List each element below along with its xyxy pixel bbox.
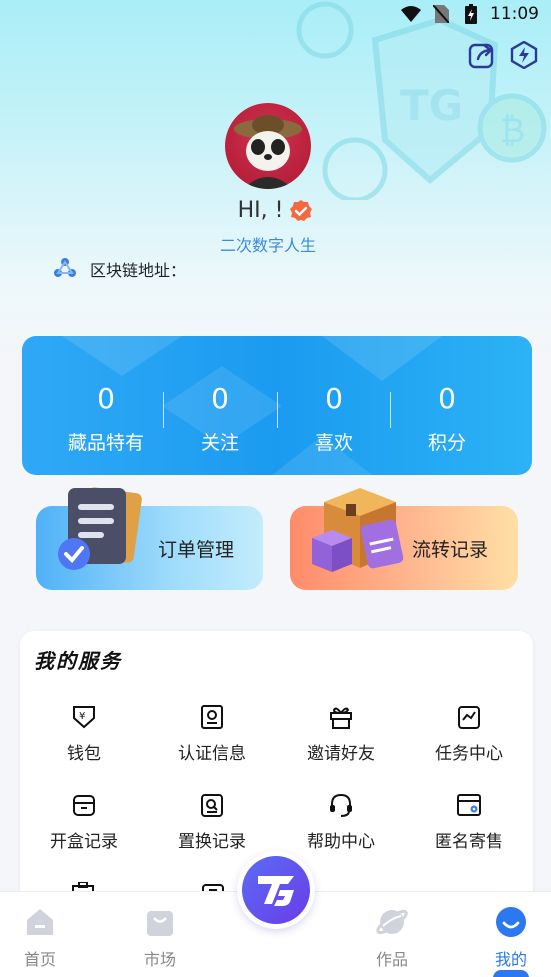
service-label: 开盒记录 — [50, 832, 118, 852]
certificate-icon — [198, 703, 226, 731]
avatar[interactable] — [225, 103, 311, 189]
tab-label: 首页 — [23, 950, 56, 969]
active-tab-indicator — [493, 970, 529, 977]
box-icon — [70, 791, 98, 819]
chain-address[interactable]: 区块链地址： — [52, 257, 186, 281]
share-icon — [468, 43, 494, 69]
tab-works[interactable]: 作品 — [352, 892, 432, 977]
stat-value: 0 — [97, 382, 115, 415]
service-label: 钱包 — [67, 744, 101, 764]
clipboard-chart-icon — [455, 703, 483, 731]
product-box-icon — [312, 488, 404, 572]
service-label: 任务中心 — [435, 744, 503, 764]
status-time: 11:09 — [490, 4, 539, 24]
fab-inner — [242, 856, 310, 924]
stat-label: 积分 — [427, 432, 466, 454]
stat-following[interactable]: 0 关注 — [163, 336, 277, 475]
transfer-records-card[interactable]: 流转记录 — [290, 488, 518, 590]
no-sim-icon — [430, 3, 452, 25]
service-label: 认证信息 — [178, 744, 246, 764]
stat-value: 0 — [211, 382, 229, 415]
service-exchange-records[interactable]: 置换记录 — [148, 791, 276, 861]
share-button[interactable] — [467, 40, 497, 70]
planet-icon — [376, 909, 408, 935]
chain-label: 区块链地址： — [90, 261, 187, 280]
battery-icon — [460, 3, 482, 25]
wifi-icon — [400, 3, 422, 25]
greeting: HI, ! — [0, 198, 551, 223]
profile-subtitle: 二次数字人生 — [219, 236, 316, 255]
gift-icon — [327, 703, 355, 731]
service-label: 帮助中心 — [307, 832, 375, 852]
exchange-doc-icon — [198, 791, 226, 819]
stat-value: 0 — [438, 382, 456, 415]
stat-points[interactable]: 0 积分 — [390, 336, 504, 475]
order-management-label: 订单管理 — [158, 538, 235, 561]
svg-text:¥: ¥ — [79, 711, 85, 722]
svg-text:TG: TG — [400, 81, 463, 130]
service-label: 邀请好友 — [307, 744, 375, 764]
browser-gear-icon — [455, 791, 483, 819]
status-bar: 11:09 — [0, 0, 551, 28]
services-title: 我的服务 — [34, 649, 122, 673]
service-invite[interactable]: 邀请好友 — [277, 703, 405, 773]
svg-text:₿: ₿ — [500, 111, 525, 151]
brand-logo-icon — [258, 876, 294, 906]
stat-label: 喜欢 — [314, 432, 353, 454]
greeting-text: HI, ! — [237, 198, 284, 223]
lightning-icon — [510, 41, 538, 69]
service-tasks[interactable]: 任务中心 — [405, 703, 533, 773]
smile-icon — [496, 907, 526, 937]
service-label: 匿名寄售 — [435, 832, 503, 852]
stat-label: 关注 — [200, 432, 239, 454]
tab-label: 作品 — [375, 950, 408, 969]
headset-icon — [327, 791, 355, 819]
top-actions — [467, 40, 539, 70]
stat-value: 0 — [325, 382, 343, 415]
center-action-button[interactable] — [237, 851, 315, 929]
crypto-decoration-icon: TG ₿ — [296, 1, 547, 200]
stat-label: 藏品特有 — [67, 432, 144, 454]
tab-market[interactable]: 市场 — [120, 892, 200, 977]
panda-avatar-icon — [234, 115, 302, 189]
transfer-records-label: 流转记录 — [412, 538, 489, 561]
stats-panel: 0 藏品特有 0 关注 0 喜欢 0 积分 — [22, 336, 532, 475]
tab-label: 市场 — [143, 950, 176, 969]
wallet-icon: ¥ — [70, 703, 98, 731]
service-box-records[interactable]: 开盒记录 — [20, 791, 148, 861]
service-certification[interactable]: 认证信息 — [148, 703, 276, 773]
bag-icon — [147, 911, 173, 936]
home-icon — [27, 909, 53, 935]
verified-badge-icon — [290, 199, 313, 221]
service-label: 置换记录 — [178, 832, 246, 852]
order-management-card[interactable]: 订单管理 — [36, 487, 263, 590]
tab-mine[interactable]: 我的 — [471, 892, 551, 977]
service-help-center[interactable]: 帮助中心 — [277, 791, 405, 861]
service-anonymous-sale[interactable]: 匿名寄售 — [405, 791, 533, 861]
lightning-button[interactable] — [509, 40, 539, 70]
blockchain-icon — [54, 258, 76, 277]
order-document-icon — [58, 487, 142, 570]
tab-home[interactable]: 首页 — [0, 892, 80, 977]
service-wallet[interactable]: ¥ 钱包 — [20, 703, 148, 773]
stat-likes[interactable]: 0 喜欢 — [277, 336, 391, 475]
stat-collections[interactable]: 0 藏品特有 — [49, 336, 163, 475]
tab-label: 我的 — [494, 950, 527, 969]
